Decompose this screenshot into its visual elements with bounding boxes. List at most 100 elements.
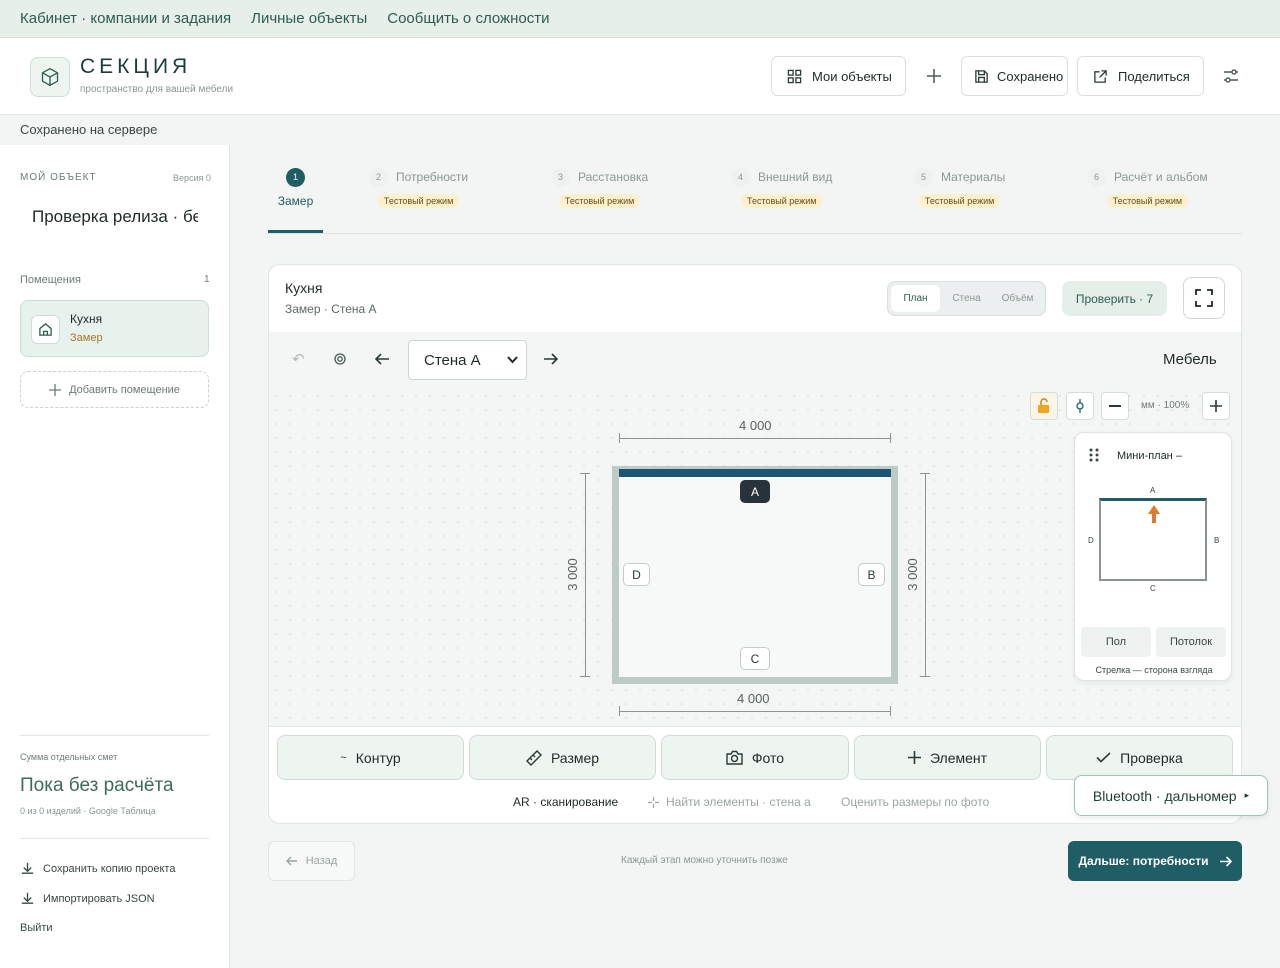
previous-wall-arrow-icon[interactable] bbox=[374, 352, 390, 371]
dimension-tick bbox=[580, 676, 590, 677]
nav-link-report-issue[interactable]: Сообщить о сложности bbox=[387, 10, 549, 27]
dimension-line-top bbox=[619, 438, 891, 439]
fullscreen-button[interactable] bbox=[1183, 277, 1225, 319]
view-direction-arrow-icon bbox=[1148, 505, 1160, 528]
wall-label-c[interactable]: C bbox=[740, 647, 770, 670]
share-button[interactable]: Поделиться bbox=[1077, 56, 1204, 96]
step-measure[interactable]: 1 Замер bbox=[268, 160, 323, 233]
step-label: Материалы bbox=[941, 170, 1006, 184]
bluetooth-rangefinder-button[interactable]: Bluetooth · дальномер ▸ bbox=[1074, 775, 1268, 816]
bluetooth-label: Bluetooth · дальномер bbox=[1092, 787, 1237, 804]
checkmark-icon bbox=[1096, 752, 1111, 763]
my-objects-button[interactable]: Мои объекты bbox=[771, 56, 906, 96]
import-icon bbox=[21, 892, 34, 904]
dimension-top-label[interactable]: 4 000 bbox=[737, 418, 774, 433]
find-elements-link[interactable]: Найти элементы · стена а bbox=[647, 795, 811, 809]
test-mode-badge: Тестовый режим bbox=[918, 194, 1001, 208]
step-label: Замер bbox=[277, 194, 314, 208]
step-materials[interactable]: 5 Материалы Тестовый режим bbox=[914, 160, 1005, 208]
mini-plan-title[interactable]: Мини-план – bbox=[1117, 450, 1182, 462]
arrow-right-icon bbox=[1219, 855, 1232, 867]
active-step-indicator bbox=[268, 230, 323, 233]
back-button[interactable]: Назад bbox=[268, 841, 355, 881]
panel-title: Кухня bbox=[285, 280, 323, 296]
footer-hint: Каждый этап можно уточнить позже bbox=[621, 855, 788, 866]
my-objects-label: Мои объекты bbox=[812, 68, 892, 84]
top-navigation: Кабинет · компании и задания Личные объе… bbox=[0, 0, 1280, 38]
wall-label-b[interactable]: B bbox=[858, 563, 885, 586]
dimension-tick bbox=[890, 433, 891, 443]
estimate-label: Сумма отдельных смет bbox=[20, 752, 118, 762]
verify-button[interactable]: Проверка bbox=[1046, 735, 1233, 780]
undo-icon[interactable]: ↶ bbox=[292, 350, 305, 368]
wall-label-a[interactable]: A bbox=[740, 480, 770, 503]
active-wall-a[interactable] bbox=[619, 469, 891, 477]
add-room-label: Добавить помещение bbox=[69, 383, 180, 396]
next-label: Дальше: потребности bbox=[1078, 854, 1209, 868]
step-appearance[interactable]: 4 Внешний вид Тестовый режим bbox=[731, 160, 832, 208]
verify-label: Проверка bbox=[1120, 749, 1183, 766]
view-mode-volume[interactable]: Объём bbox=[993, 285, 1042, 312]
saved-button[interactable]: Сохранено bbox=[961, 56, 1068, 96]
room-stage: Замер bbox=[70, 332, 103, 344]
drag-handle-icon[interactable] bbox=[1089, 448, 1099, 467]
size-button[interactable]: Размер bbox=[469, 735, 656, 780]
grid-icon bbox=[784, 66, 804, 86]
nav-link-cabinet[interactable]: Кабинет · компании и задания bbox=[20, 10, 231, 27]
next-step-button[interactable]: Дальше: потребности bbox=[1068, 841, 1242, 881]
step-needs[interactable]: 2 Потребности Тестовый режим bbox=[369, 160, 468, 208]
lock-button[interactable] bbox=[1030, 392, 1058, 420]
photo-button[interactable]: Фото bbox=[661, 735, 849, 780]
ceiling-button[interactable]: Потолок bbox=[1156, 627, 1226, 657]
wall-label-d[interactable]: D bbox=[623, 563, 650, 586]
next-wall-arrow-icon[interactable] bbox=[543, 352, 559, 371]
import-json-link[interactable]: Импортировать JSON bbox=[20, 891, 155, 906]
rooms-count: 1 bbox=[204, 274, 210, 285]
cube-logo-icon bbox=[30, 57, 70, 97]
panel-subtitle: Замер · Стена А bbox=[285, 302, 377, 316]
zoom-level: мм · 100% bbox=[1141, 400, 1190, 411]
dimension-bottom-label[interactable]: 4 000 bbox=[737, 691, 770, 706]
view-mode-plan[interactable]: План bbox=[891, 285, 940, 312]
add-element-button[interactable]: Элемент bbox=[854, 735, 1041, 780]
wall-select[interactable]: Стена А bbox=[408, 340, 527, 380]
save-disk-icon bbox=[974, 66, 989, 86]
estimate-subtext: 0 из 0 изделий · Google Таблица bbox=[20, 806, 156, 816]
ruler-icon bbox=[525, 749, 542, 766]
zoom-in-button[interactable] bbox=[1202, 392, 1230, 420]
floor-button[interactable]: Пол bbox=[1081, 627, 1151, 657]
unlocked-lock-icon bbox=[1038, 398, 1049, 413]
sidebar: МОЙ ОБЪЕКТ Версия 0 Проверка релиза · бе… bbox=[0, 145, 230, 968]
step-layout[interactable]: 3 Расстановка Тестовый режим bbox=[551, 160, 648, 208]
project-name[interactable]: Проверка релиза · бе: bbox=[32, 207, 198, 227]
sparkle-icon bbox=[648, 796, 659, 808]
app-subtitle: пространство для вашей мебели bbox=[80, 84, 234, 95]
room-item-kitchen[interactable]: Кухня Замер bbox=[20, 300, 209, 357]
check-button[interactable]: Проверить · 7 bbox=[1062, 281, 1167, 316]
estimate-photo-link[interactable]: Оценить размеры по фото bbox=[841, 795, 989, 809]
add-room-button[interactable]: Добавить помещение bbox=[20, 371, 209, 408]
nav-link-personal-objects[interactable]: Личные объекты bbox=[251, 10, 367, 27]
add-plus-icon[interactable] bbox=[924, 66, 944, 86]
furniture-toggle[interactable]: Мебель bbox=[1163, 351, 1217, 368]
contour-button[interactable]: ~ Контур bbox=[277, 735, 464, 780]
test-mode-badge: Тестовый режим bbox=[1106, 194, 1189, 208]
dimension-left-label[interactable]: 3 000 bbox=[564, 556, 580, 593]
save-copy-link[interactable]: Сохранить копию проекта bbox=[20, 861, 175, 876]
step-label: Расстановка bbox=[578, 170, 649, 184]
view-mode-wall[interactable]: Стена bbox=[942, 285, 991, 312]
find-elements-label: Найти элементы · стена а bbox=[666, 795, 811, 809]
step-label: Потребности bbox=[396, 170, 469, 184]
dimension-right-label[interactable]: 3 000 bbox=[904, 556, 920, 593]
step-estimate[interactable]: 6 Расчёт и альбом Тестовый режим bbox=[1087, 160, 1208, 208]
settings-sliders-icon[interactable] bbox=[1221, 66, 1243, 88]
settings-gear-icon[interactable] bbox=[332, 351, 348, 372]
app-header: СЕКЦИЯ пространство для вашей мебели Мои… bbox=[0, 38, 1280, 115]
stepper: 1 Замер 2 Потребности Тестовый режим 3 Рас… bbox=[268, 160, 1242, 234]
center-button[interactable] bbox=[1066, 392, 1094, 420]
logout-link[interactable]: Выйти bbox=[20, 922, 53, 934]
ar-scan-link[interactable]: AR · сканирование bbox=[513, 795, 618, 809]
tilde-icon: ~ bbox=[340, 751, 347, 764]
step-number: 4 bbox=[731, 167, 750, 187]
zoom-out-button[interactable] bbox=[1101, 392, 1129, 420]
